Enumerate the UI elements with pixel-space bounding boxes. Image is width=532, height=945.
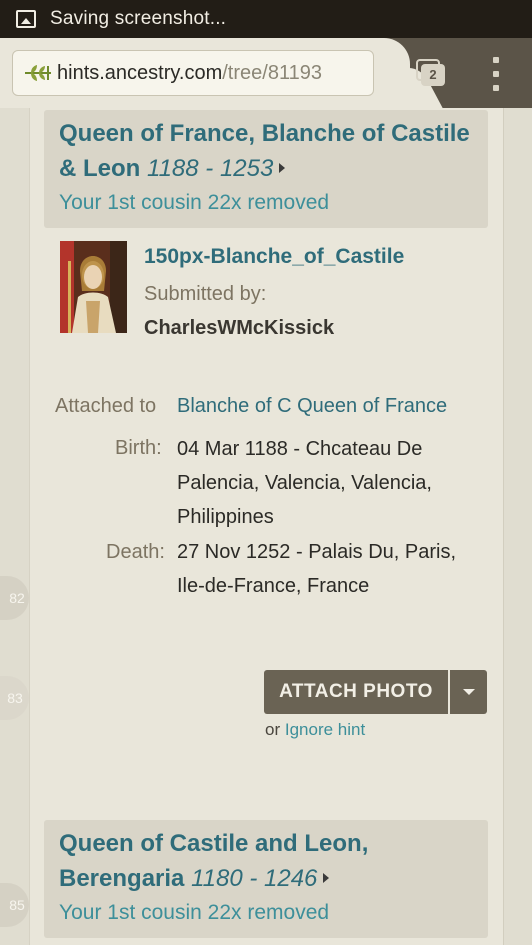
next-person-name[interactable]: Queen of Castile and Leon, Berengaria 11… (59, 826, 474, 896)
photo-title-link[interactable]: 150px-Blanche_of_Castile (144, 245, 404, 269)
next-person-name-line1: Queen of Castile and Leon, (59, 830, 369, 857)
person-name-line2: & Leon (59, 155, 141, 182)
hint-photo-thumbnail[interactable] (60, 241, 127, 333)
page-content[interactable]: Queen of France, Blanche of Castile & Le… (0, 108, 532, 945)
birth-line: Philippines (177, 506, 274, 528)
status-bar: Saving screenshot... (0, 0, 532, 38)
right-gutter (503, 108, 532, 945)
next-person-header[interactable]: Queen of Castile and Leon, Berengaria 11… (44, 820, 488, 938)
death-value: 27 Nov 1252 - Palais Du, Paris, Ile-de-F… (177, 535, 456, 603)
attach-photo-button[interactable]: ATTACH PHOTO (264, 670, 448, 714)
dropdown-arrow-icon (462, 689, 475, 695)
attached-to-link[interactable]: Blanche of C Queen of France (177, 395, 447, 418)
expand-caret-icon[interactable] (323, 872, 330, 883)
birth-line: 04 Mar 1188 - Chcateau De (177, 438, 423, 460)
ignore-hint-line: or Ignore hint (265, 720, 365, 740)
menu-dot-icon (493, 71, 499, 77)
submitter-name: CharlesWMcKissick (144, 317, 335, 339)
menu-dot-icon (493, 57, 499, 63)
next-person-name-line2: Berengaria (59, 865, 185, 892)
browser-toolbar: hints.ancestry.com/tree/81193 2 (0, 38, 532, 108)
person-dates: 1188 - 1253 (147, 155, 274, 182)
birth-line: Palencia, Valencia, Valencia, (177, 472, 432, 494)
next-person-dates: 1180 - 1246 (191, 865, 318, 892)
birth-value: 04 Mar 1188 - Chcateau De Palencia, Vale… (177, 432, 432, 534)
person-name[interactable]: Queen of France, Blanche of Castile & Le… (59, 116, 474, 186)
tab-count: 2 (421, 64, 445, 86)
birth-label: Birth: (115, 437, 162, 459)
timeline-rail (0, 108, 30, 945)
submitted-by-label: Submitted by: (144, 283, 267, 305)
ancestry-leaf-icon (23, 61, 53, 85)
or-text: or (265, 720, 281, 739)
tab-switcher-button[interactable]: 2 (416, 59, 446, 87)
url-text: hints.ancestry.com/tree/81193 (57, 62, 322, 85)
address-bar[interactable]: hints.ancestry.com/tree/81193 (12, 50, 374, 96)
url-host: hints.ancestry.com (57, 61, 223, 84)
death-line: Ile-de-France, France (177, 575, 370, 597)
attached-to-label: Attached to (55, 395, 157, 417)
attach-options-dropdown[interactable] (450, 670, 487, 714)
url-path: /tree/81193 (222, 61, 322, 84)
person-header[interactable]: Queen of France, Blanche of Castile & Le… (44, 110, 488, 228)
menu-dot-icon (493, 85, 499, 91)
ignore-hint-link[interactable]: Ignore hint (285, 720, 365, 739)
screenshot-icon (16, 10, 36, 28)
overflow-menu-button[interactable] (486, 57, 506, 91)
person-name-line1: Queen of France, Blanche of Castile (59, 120, 470, 147)
relationship-text: Your 1st cousin 22x removed (59, 191, 330, 214)
attach-photo-group: ATTACH PHOTO (264, 670, 487, 714)
death-line: 27 Nov 1252 - Palais Du, Paris, (177, 541, 457, 563)
death-label: Death: (106, 541, 165, 563)
expand-caret-icon[interactable] (279, 162, 286, 173)
next-relationship-text: Your 1st cousin 22x removed (59, 901, 330, 924)
status-text: Saving screenshot... (50, 8, 227, 29)
